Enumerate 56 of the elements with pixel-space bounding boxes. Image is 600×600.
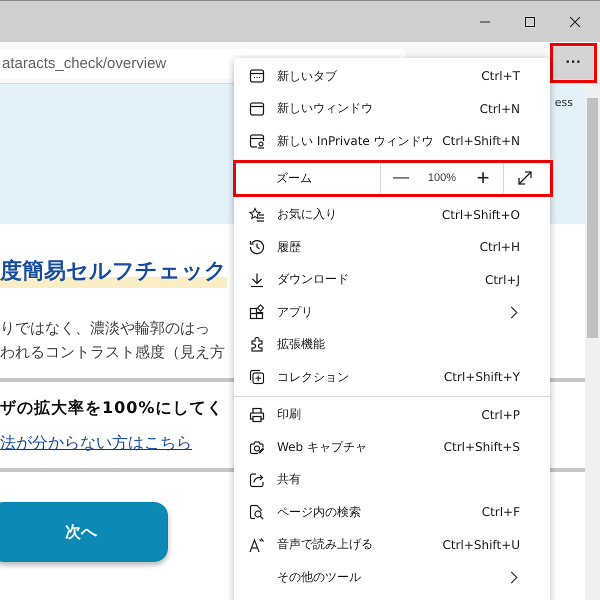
shortcut-text: Ctrl+J <box>484 272 520 287</box>
shortcut-text: Ctrl+P <box>480 408 520 422</box>
menu-item[interactable]: 音声で読み上げる Ctrl+Shift+U <box>234 528 550 561</box>
shortcut-text: Ctrl+Shift+O <box>440 208 520 222</box>
shortcut-text: Ctrl+F <box>480 505 520 520</box>
instruction-text-fragment: く <box>206 398 224 417</box>
menu-item[interactable]: Web キャプチャ Ctrl+Shift+S <box>234 431 550 464</box>
camera-pen-icon <box>249 439 265 456</box>
menu-item[interactable]: その他のツール <box>234 561 550 594</box>
puzzle-icon <box>249 336 265 353</box>
shortcut-text: Ctrl+H <box>478 240 520 254</box>
shortcut-text: Ctrl+Shift+S <box>442 440 520 454</box>
history-icon <box>249 239 265 256</box>
menu-item[interactable]: ダウンロード Ctrl+J <box>234 264 550 296</box>
next-button[interactable]: 次へ <box>0 502 168 562</box>
instruction-text: ザの拡大率を100%にして <box>0 398 206 417</box>
maximize-icon[interactable] <box>524 16 536 28</box>
shortcut-text: Ctrl+Shift+Y <box>442 370 520 384</box>
scrollbar-thumb[interactable] <box>587 98 598 338</box>
zoom-in-button[interactable]: + <box>463 165 503 191</box>
collection-icon <box>249 369 265 386</box>
new-tab-icon <box>249 68 265 84</box>
page-heading: 度簡易セルフチェック <box>0 256 227 288</box>
zoom-level: 100% <box>426 172 458 184</box>
star-list-icon <box>249 206 265 223</box>
close-icon[interactable] <box>569 16 581 28</box>
menu-item[interactable]: 履歴 Ctrl+H <box>234 231 550 264</box>
printer-icon <box>249 406 265 423</box>
menu-item[interactable]: 拡張機能 <box>234 328 550 361</box>
fullscreen-icon[interactable] <box>516 169 534 187</box>
zoom-out-button[interactable]: — <box>381 169 421 187</box>
private-window-icon <box>249 133 265 150</box>
shortcut-text: Ctrl+T <box>480 69 520 84</box>
menu-item[interactable]: 共有 <box>234 464 550 496</box>
side-text: ess <box>554 96 573 109</box>
menu-item[interactable]: コレクション Ctrl+Shift+Y <box>234 361 550 394</box>
window-icon <box>249 100 265 117</box>
menu-item[interactable]: アプリ <box>234 296 550 328</box>
intro-paragraph: りではなく、濃淡や輪郭のはっ われるコントラスト感度（見え方 <box>0 318 226 363</box>
apps-icon <box>249 304 265 320</box>
read-aloud-icon <box>249 536 265 553</box>
download-icon <box>249 272 265 288</box>
zoom-label: ズーム <box>275 170 313 186</box>
page-search-icon <box>249 504 265 520</box>
menu-item[interactable]: お気に入り Ctrl+Shift+O <box>234 198 550 231</box>
shortcut-text: Ctrl+Shift+U <box>441 538 520 552</box>
more-button[interactable]: ··· <box>550 42 597 82</box>
share-icon <box>249 472 265 488</box>
scrollbar[interactable] <box>585 84 600 600</box>
menu-item[interactable]: 新しいウィンドウ Ctrl+N <box>234 92 550 125</box>
menu-item[interactable]: ページ内の検索 Ctrl+F <box>234 496 550 528</box>
menu-item[interactable]: 新しい InPrivate ウィンドウ Ctrl+Shift+N <box>234 125 550 158</box>
help-link[interactable]: 法が分からない方はこちら <box>0 433 192 454</box>
shortcut-text: Ctrl+Shift+N <box>441 134 520 148</box>
menu-item[interactable]: 印刷 Ctrl+P <box>234 398 550 431</box>
shortcut-text: Ctrl+N <box>478 102 520 116</box>
